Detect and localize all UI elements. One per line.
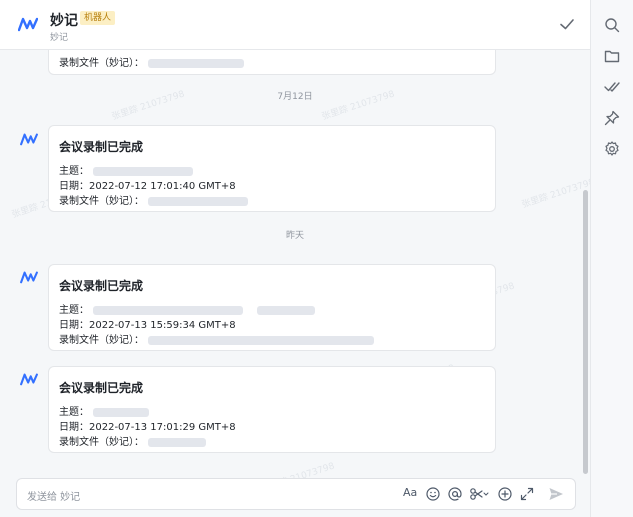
date-label: 日期： (59, 320, 89, 331)
chat-header: 妙记 机器人 妙记 (0, 0, 590, 50)
card-title: 会议录制已完成 (59, 140, 144, 154)
file-label: 录制文件（妙记）： (59, 196, 144, 207)
redacted-link[interactable] (148, 196, 248, 206)
redacted-link[interactable] (148, 58, 244, 68)
mention-icon[interactable] (447, 486, 463, 502)
double-check-icon[interactable] (603, 78, 621, 96)
file-label: 录制文件（妙记）： (59, 437, 144, 448)
bot-badge: 机器人 (80, 11, 116, 25)
right-sidebar (590, 0, 633, 517)
miaoji-avatar-icon[interactable] (20, 132, 38, 146)
plus-circle-icon[interactable] (497, 486, 513, 502)
miaoji-avatar-icon[interactable] (20, 270, 38, 284)
expand-icon[interactable] (519, 486, 535, 502)
topic-label: 主题： (59, 407, 89, 418)
date-value: 2022-07-13 17:01:29 GMT+8 (89, 422, 236, 433)
topic-label: 主题： (59, 166, 89, 177)
chat-title[interactable]: 妙记 (50, 10, 78, 30)
date-value: 2022-07-13 15:59:34 GMT+8 (89, 320, 236, 331)
date-label: 日期： (59, 181, 89, 192)
scissors-icon[interactable] (469, 486, 489, 502)
scrollbar-thumb[interactable] (583, 190, 588, 474)
date-value: 2022-07-12 17:01:40 GMT+8 (89, 181, 236, 192)
date-label: 日期： (59, 422, 89, 433)
font-format-button[interactable]: Aa (403, 486, 417, 499)
message-card: 录制文件（妙记）： (48, 50, 496, 75)
check-icon[interactable] (558, 15, 576, 33)
pin-icon[interactable] (603, 109, 621, 127)
redacted-link[interactable] (148, 437, 206, 447)
redacted-link[interactable] (148, 335, 374, 345)
miaoji-avatar-icon[interactable] (20, 372, 38, 386)
chat-window: 张里踪 21073798 张里踪 21073798 张里踪 21073798 张… (0, 0, 633, 517)
emoji-icon[interactable] (425, 486, 441, 502)
redacted-topic (93, 407, 149, 417)
redacted-topic (93, 305, 243, 315)
chat-subtitle: 妙记 (50, 33, 69, 43)
search-icon[interactable] (603, 16, 621, 34)
topic-label: 主题： (59, 305, 89, 316)
card-title: 会议录制已完成 (59, 381, 144, 395)
message-card: 会议录制已完成 主题： 日期：2022-07-13 15:59:34 GMT+8… (48, 264, 496, 351)
message-card: 会议录制已完成 主题： 日期：2022-07-12 17:01:40 GMT+8… (48, 125, 496, 212)
redacted-topic (257, 305, 315, 315)
message-card: 会议录制已完成 主题： 日期：2022-07-13 17:01:29 GMT+8… (48, 366, 496, 453)
date-separator: 7月12日 (277, 92, 313, 102)
message-composer[interactable]: 发送给 妙记 Aa (16, 478, 576, 510)
send-icon[interactable] (547, 485, 565, 503)
file-label: 录制文件（妙记）： (59, 58, 144, 69)
message-input[interactable]: 发送给 妙记 (27, 488, 80, 503)
gear-icon[interactable] (603, 140, 621, 158)
card-title: 会议录制已完成 (59, 279, 144, 293)
file-label: 录制文件（妙记）： (59, 335, 144, 346)
redacted-topic (93, 166, 193, 176)
date-separator: 昨天 (285, 231, 304, 241)
miaoji-logo-icon (18, 17, 38, 32)
folder-icon[interactable] (603, 47, 621, 65)
message-list[interactable]: 录制文件（妙记）： 7月12日 会议录制已完成 主题： 日期：2022-07-1… (0, 50, 590, 470)
